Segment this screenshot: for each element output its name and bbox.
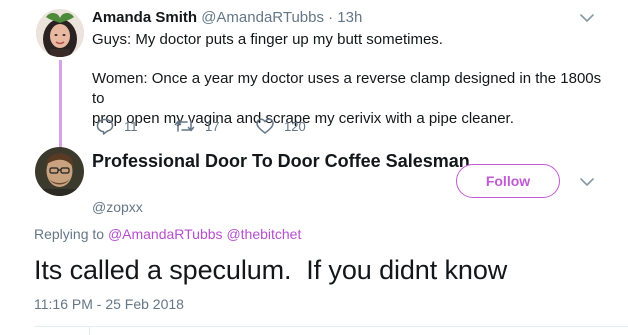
avatar-amanda-image bbox=[36, 9, 84, 57]
like-icon bbox=[256, 118, 274, 134]
handle-and-time[interactable]: @AmandaRTubbs · 13h bbox=[201, 9, 362, 26]
chevron-down-icon[interactable] bbox=[580, 177, 594, 187]
tweet-author[interactable]: Amanda Smith @AmandaRTubbs · 13h bbox=[92, 9, 362, 26]
chevron-down-icon[interactable] bbox=[580, 13, 594, 23]
display-name[interactable]: Amanda Smith bbox=[92, 9, 197, 26]
replying-to: Replying to @AmandaRTubbs @thebitchet bbox=[34, 226, 301, 242]
mention-amanda[interactable]: @AmandaRTubbs bbox=[108, 226, 223, 242]
reply-timestamp[interactable]: 11:16 PM - 25 Feb 2018 bbox=[34, 296, 184, 312]
divider bbox=[89, 327, 90, 335]
retweet-action[interactable]: 17 bbox=[174, 118, 219, 134]
mention-thebitchet[interactable]: @thebitchet bbox=[226, 226, 301, 242]
follow-button[interactable]: Follow bbox=[456, 164, 560, 198]
avatar-zopxx[interactable] bbox=[35, 147, 84, 196]
reply-action[interactable]: 11 bbox=[96, 118, 138, 135]
tweet-line-2: Women: Once a year my doctor uses a reve… bbox=[92, 70, 602, 107]
tweet-line-3: prop open my vagina and scrape my cerivi… bbox=[92, 110, 514, 127]
retweet-icon bbox=[174, 120, 195, 132]
thread-line bbox=[59, 60, 62, 148]
replying-to-label: Replying to bbox=[34, 226, 105, 242]
reply-icon bbox=[96, 118, 114, 135]
avatar-amanda[interactable] bbox=[36, 9, 84, 57]
tweet-body: Guys: My doctor puts a finger up my butt… bbox=[92, 30, 612, 129]
retweet-count: 17 bbox=[205, 118, 220, 134]
reply-author-name[interactable]: Professional Door To Door Coffee Salesma… bbox=[92, 151, 470, 172]
reply-count: 11 bbox=[124, 119, 138, 134]
avatar-zopxx-image bbox=[35, 147, 84, 196]
like-count: 120 bbox=[284, 118, 306, 134]
like-action[interactable]: 120 bbox=[256, 118, 306, 134]
divider bbox=[34, 326, 628, 327]
reply-author-handle[interactable]: @zopxx bbox=[92, 199, 143, 215]
reply-text: Its called a speculum. If you didnt know bbox=[34, 255, 508, 285]
tweet-line-1: Guys: My doctor puts a finger up my butt… bbox=[92, 31, 443, 48]
